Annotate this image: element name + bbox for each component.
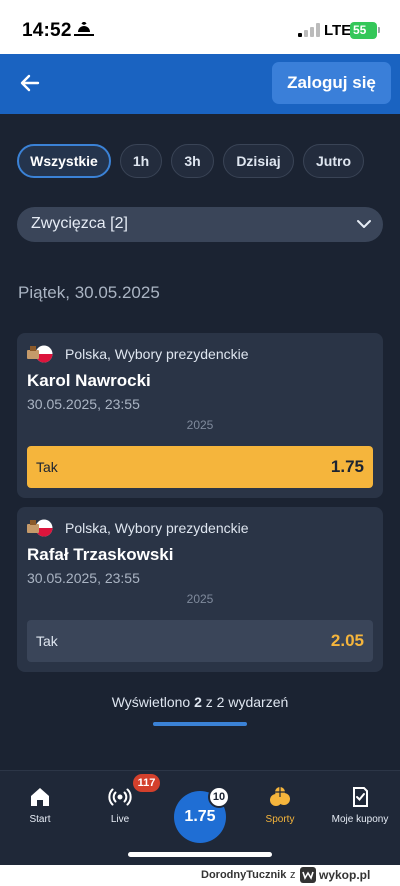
app-header: Zaloguj się: [0, 54, 400, 114]
event-datetime: 30.05.2025, 23:55: [27, 396, 140, 412]
login-button[interactable]: Zaloguj się: [272, 62, 391, 104]
odds-outcome: Tak: [36, 459, 58, 475]
event-card: Polska, Wybory prezydenckie Karol Nawroc…: [17, 333, 383, 498]
odds-button[interactable]: Tak 1.75: [27, 446, 373, 488]
event-year: 2025: [186, 592, 214, 606]
event-league: Polska, Wybory prezydenckie: [65, 520, 249, 536]
home-icon: [31, 788, 49, 806]
footer-brand[interactable]: wykop.pl: [319, 868, 370, 882]
coupon-count-badge: 10: [208, 786, 230, 808]
market-dropdown-label: Zwycięzca [2]: [31, 215, 128, 232]
nav-my-coupons[interactable]: Moje kupony: [320, 771, 400, 841]
nav-sports[interactable]: Sporty: [240, 771, 320, 841]
nav-start[interactable]: Start: [0, 771, 80, 841]
status-time: 14:52: [22, 20, 72, 41]
filter-3h[interactable]: 3h: [171, 144, 214, 178]
event-year: 2025: [186, 418, 214, 432]
footer-separator: z: [290, 869, 296, 881]
nav-label: Sporty: [265, 814, 295, 825]
status-bar: 14:52 LTE 55: [0, 0, 400, 54]
odds-value: 1.75: [330, 457, 364, 476]
odds-outcome: Tak: [36, 633, 58, 649]
filter-1h[interactable]: 1h: [120, 144, 162, 178]
market-dropdown[interactable]: Zwycięzca [2]: [17, 207, 383, 242]
battery-level: 55: [353, 23, 367, 37]
odds-button[interactable]: Tak 2.05: [27, 620, 373, 662]
odds-value: 2.05: [330, 631, 364, 650]
network-type: LTE: [324, 22, 352, 39]
footer-username[interactable]: DorodnyTucznik: [201, 869, 286, 881]
footer-bar: DorodnyTucznik z wykop.pl: [0, 865, 400, 886]
event-name[interactable]: Rafał Trzaskowski: [27, 545, 173, 565]
chevron-down-icon: [357, 220, 371, 228]
results-progress: [153, 722, 247, 726]
poland-flag-icon: [27, 345, 53, 363]
signal-icon: [298, 23, 320, 37]
live-icon: [108, 788, 132, 806]
poland-flag-icon: [27, 519, 53, 537]
scrolled-heading: [0, 114, 400, 126]
coupons-icon: [353, 787, 368, 807]
live-count-badge: 117: [133, 774, 160, 792]
nav-label: Live: [110, 814, 130, 825]
date-heading: Piątek, 30.05.2025: [18, 283, 160, 302]
event-name[interactable]: Karol Nawrocki: [27, 371, 151, 391]
back-arrow-icon[interactable]: [18, 71, 42, 95]
home-indicator[interactable]: [128, 852, 272, 857]
sports-icon: [270, 787, 290, 806]
results-progress-fill: [153, 722, 247, 726]
event-card: Polska, Wybory prezydenckie Rafał Trzask…: [17, 507, 383, 672]
event-league: Polska, Wybory prezydenckie: [65, 346, 249, 362]
filter-all[interactable]: Wszystkie: [17, 144, 111, 178]
event-datetime: 30.05.2025, 23:55: [27, 570, 140, 586]
filter-tomorrow[interactable]: Jutro: [303, 144, 364, 178]
battery-icon: 55: [350, 22, 380, 39]
sunset-icon: [74, 22, 94, 36]
nav-label: Start: [29, 814, 51, 825]
results-count: Wyświetlono 2 z 2 wydarzeń: [111, 694, 289, 710]
nav-label: Moje kupony: [331, 814, 389, 825]
filter-today[interactable]: Dzisiaj: [223, 144, 294, 178]
wykop-logo-icon: [300, 867, 316, 883]
